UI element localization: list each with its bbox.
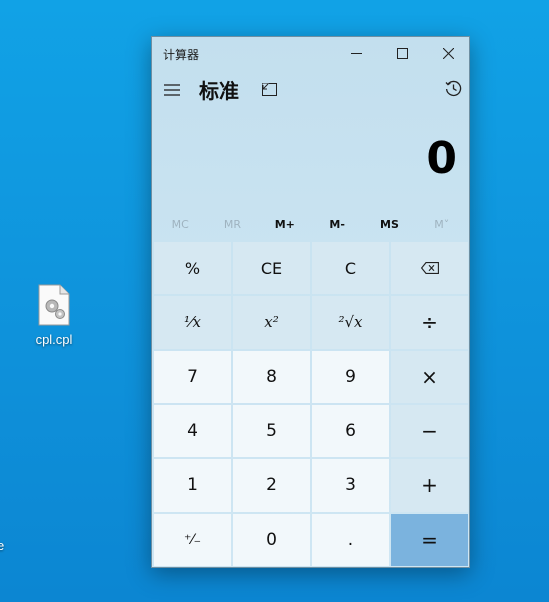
digit-6-button[interactable]: 6 <box>312 404 389 458</box>
digit-5-button[interactable]: 5 <box>233 404 310 458</box>
desktop-icon-cpl[interactable]: cpl.cpl <box>26 284 82 347</box>
digit-9-button[interactable]: 9 <box>312 350 389 403</box>
memory-store-button[interactable]: MS <box>363 213 415 237</box>
navigation-menu-button[interactable] <box>160 78 184 102</box>
divide-button[interactable]: ÷ <box>391 296 468 349</box>
negate-label: ⁺⁄₋ <box>183 531 202 548</box>
desktop-icon-label: cpl.cpl <box>35 332 73 347</box>
history-icon <box>445 80 462 101</box>
memory-list-button[interactable]: M˅ <box>416 213 468 237</box>
minus-button[interactable]: − <box>391 404 468 458</box>
backspace-icon <box>420 259 439 278</box>
reciprocal-label: ¹⁄x <box>184 313 201 332</box>
close-button[interactable] <box>425 37 471 69</box>
percent-button[interactable]: % <box>154 242 231 295</box>
mode-title: 标准 <box>199 79 239 103</box>
maximize-button[interactable] <box>379 37 425 69</box>
negate-button[interactable]: ⁺⁄₋ <box>154 513 231 566</box>
digit-4-button[interactable]: 4 <box>154 404 231 458</box>
digit-8-button[interactable]: 8 <box>233 350 310 403</box>
keep-on-top-button[interactable] <box>258 79 280 101</box>
cpl-file-icon <box>37 284 71 326</box>
digit-0-button[interactable]: 0 <box>233 513 310 566</box>
digit-7-button[interactable]: 7 <box>154 350 231 403</box>
reciprocal-button[interactable]: ¹⁄x <box>154 296 231 349</box>
close-icon <box>442 44 454 63</box>
minimize-icon <box>350 44 362 63</box>
desktop-icon-label-partial[interactable]: e <box>0 538 4 553</box>
history-button[interactable] <box>442 79 464 101</box>
memory-row: MC MR M+ M- MS M˅ <box>154 213 468 237</box>
digit-2-button[interactable]: 2 <box>233 459 310 512</box>
square-button[interactable]: x² <box>233 296 310 349</box>
square-root-label: ²√x <box>338 313 363 332</box>
calculator-window: 计算器 标准 0 MC MR M+ M- MS M˅ % CE C ¹⁄x x²… <box>151 36 470 568</box>
backspace-button[interactable] <box>391 242 468 295</box>
square-root-button[interactable]: ²√x <box>312 296 389 349</box>
calculator-header: 标准 <box>152 73 469 113</box>
memory-add-button[interactable]: M+ <box>259 213 311 237</box>
keep-on-top-icon <box>261 81 277 100</box>
square-label: x² <box>264 313 279 332</box>
hamburger-menu-icon <box>164 81 180 100</box>
memory-recall-button[interactable]: MR <box>206 213 258 237</box>
memory-subtract-button[interactable]: M- <box>311 213 363 237</box>
digit-1-button[interactable]: 1 <box>154 459 231 512</box>
minimize-button[interactable] <box>333 37 379 69</box>
plus-button[interactable]: + <box>391 459 468 512</box>
result-display: 0 <box>426 133 457 184</box>
window-title: 计算器 <box>163 48 200 62</box>
title-bar[interactable]: 计算器 <box>152 37 469 69</box>
memory-clear-button[interactable]: MC <box>154 213 206 237</box>
clear-button[interactable]: C <box>312 242 389 295</box>
equals-button[interactable]: = <box>391 513 468 566</box>
multiply-button[interactable]: × <box>391 350 468 403</box>
decimal-button[interactable]: . <box>312 513 389 566</box>
digit-3-button[interactable]: 3 <box>312 459 389 512</box>
maximize-icon <box>396 44 408 63</box>
keypad: % CE C ¹⁄x x² ²√x ÷ 7 8 9 × 4 5 6 − 1 2 … <box>154 242 468 566</box>
clear-entry-button[interactable]: CE <box>233 242 310 295</box>
